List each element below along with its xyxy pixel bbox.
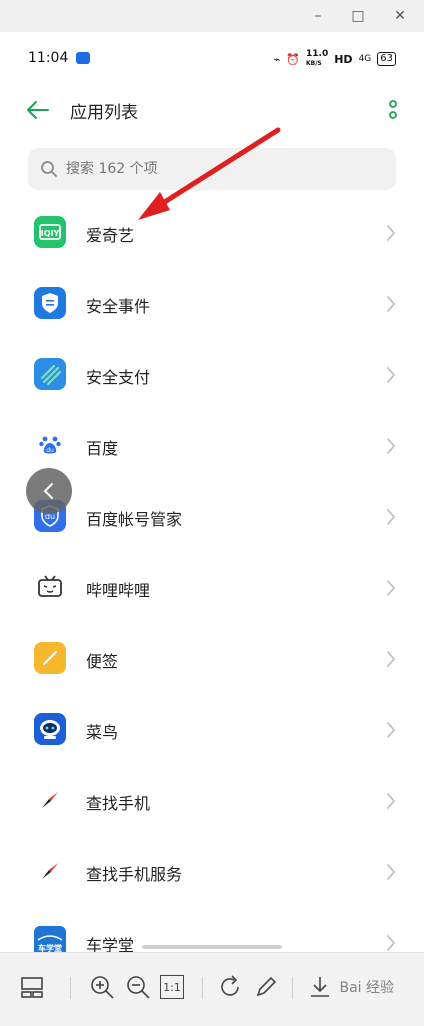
app-bar: 应用列表 — [0, 90, 424, 130]
app-name: 查找手机服务 — [86, 865, 183, 884]
search-input[interactable] — [66, 156, 376, 182]
hd-badge: HD — [334, 52, 353, 66]
app-list-item[interactable]: 便签 — [0, 624, 424, 695]
app-list-item[interactable]: 安全支付 — [0, 340, 424, 411]
baidu-paw-icon: du — [34, 429, 66, 461]
search-icon — [41, 161, 57, 177]
edit-pencil-icon[interactable] — [252, 973, 280, 1001]
toolbar-divider — [202, 977, 203, 999]
app-list: IQIY 爱奇艺安全事件安全支付 du 百度 du 百度帐号管家 哔哩哔哩便签菜鸟查找手机查… — [0, 198, 424, 979]
iqiyi-icon: IQIY — [34, 216, 66, 248]
layout-icon[interactable] — [18, 973, 46, 1001]
app-list-item[interactable]: IQIY 爱奇艺 — [0, 198, 424, 269]
rotate-icon[interactable] — [216, 973, 244, 1001]
app-list-item[interactable]: 安全事件 — [0, 269, 424, 340]
app-name: 便签 — [86, 652, 119, 671]
chevron-right-icon — [387, 438, 396, 454]
compass-icon — [34, 855, 66, 887]
chevron-right-icon — [387, 225, 396, 241]
network-speed: 11.0 KB/S — [306, 50, 328, 68]
network-speed-unit: KB/S — [306, 60, 322, 67]
app-name: 菜鸟 — [86, 723, 119, 742]
compass-icon — [34, 784, 66, 816]
bilibili-icon — [34, 571, 66, 603]
maximize-button[interactable]: □ — [346, 4, 370, 28]
viewer-toolbar: 1:1 Bai 经验 — [0, 952, 424, 1026]
chevron-left-icon — [43, 483, 53, 499]
chevron-right-icon — [387, 864, 396, 880]
search-bar[interactable] — [28, 148, 396, 190]
network-speed-value: 11.0 — [306, 49, 329, 59]
chevron-right-icon — [387, 722, 396, 738]
app-name: 百度 — [86, 439, 119, 458]
app-list-item[interactable]: 菜鸟 — [0, 695, 424, 766]
floating-back-button[interactable] — [26, 468, 72, 514]
cainiao-icon — [34, 713, 66, 745]
notes-icon — [34, 642, 66, 674]
shield-icon — [34, 287, 66, 319]
app-name: 安全支付 — [86, 368, 151, 387]
minimize-button[interactable]: – — [306, 4, 330, 28]
toolbar-divider — [70, 977, 71, 999]
chevron-right-icon — [387, 793, 396, 809]
status-bar: 11:04 ⌁ ⏰ 11.0 KB/S HD 4G 63 — [0, 46, 424, 74]
svg-text:IQIY: IQIY — [41, 229, 60, 238]
watermark: Bai 经验 — [339, 980, 394, 996]
app-name: 爱奇艺 — [86, 226, 135, 245]
notification-icon — [76, 52, 90, 64]
app-name: 安全事件 — [86, 297, 151, 316]
app-name: 哔哩哔哩 — [86, 581, 151, 600]
toolbar-divider — [292, 977, 293, 999]
chevron-right-icon — [387, 580, 396, 596]
app-window: – □ ✕ 11:04 ⌁ ⏰ 11.0 KB/S HD 4G 63 应用列表 — [0, 0, 424, 1026]
zoom-out-icon[interactable] — [124, 973, 152, 1001]
app-name: 查找手机 — [86, 794, 151, 813]
download-icon[interactable] — [306, 973, 334, 1001]
status-icons: ⌁ ⏰ 11.0 KB/S HD 4G 63 — [274, 50, 396, 68]
more-options-icon[interactable] — [388, 100, 398, 122]
battery-icon: 63 — [377, 52, 396, 66]
secure-pay-icon — [34, 358, 66, 390]
app-list-item[interactable]: 查找手机 — [0, 766, 424, 837]
alarm-icon: ⏰ — [286, 52, 300, 66]
signal-icon: 4G — [358, 54, 372, 64]
zoom-in-icon[interactable] — [88, 973, 116, 1001]
vibrate-icon: ⌁ — [273, 52, 281, 66]
status-time: 11:04 — [28, 50, 69, 66]
window-titlebar: – □ ✕ — [0, 0, 424, 32]
app-list-item[interactable]: 哔哩哔哩 — [0, 553, 424, 624]
close-button[interactable]: ✕ — [388, 4, 412, 28]
app-list-item[interactable]: du 百度 — [0, 411, 424, 482]
actual-size-button[interactable]: 1:1 — [160, 975, 184, 999]
home-indicator[interactable] — [142, 945, 282, 949]
chevron-right-icon — [387, 367, 396, 383]
chevron-right-icon — [387, 296, 396, 312]
chevron-right-icon — [387, 509, 396, 525]
app-list-item[interactable]: 查找手机服务 — [0, 837, 424, 908]
chevron-right-icon — [387, 935, 396, 951]
back-arrow-icon[interactable] — [24, 96, 52, 124]
page-title: 应用列表 — [70, 103, 138, 123]
chevron-right-icon — [387, 651, 396, 667]
app-name: 百度帐号管家 — [86, 510, 183, 529]
svg-text:du: du — [46, 447, 54, 454]
